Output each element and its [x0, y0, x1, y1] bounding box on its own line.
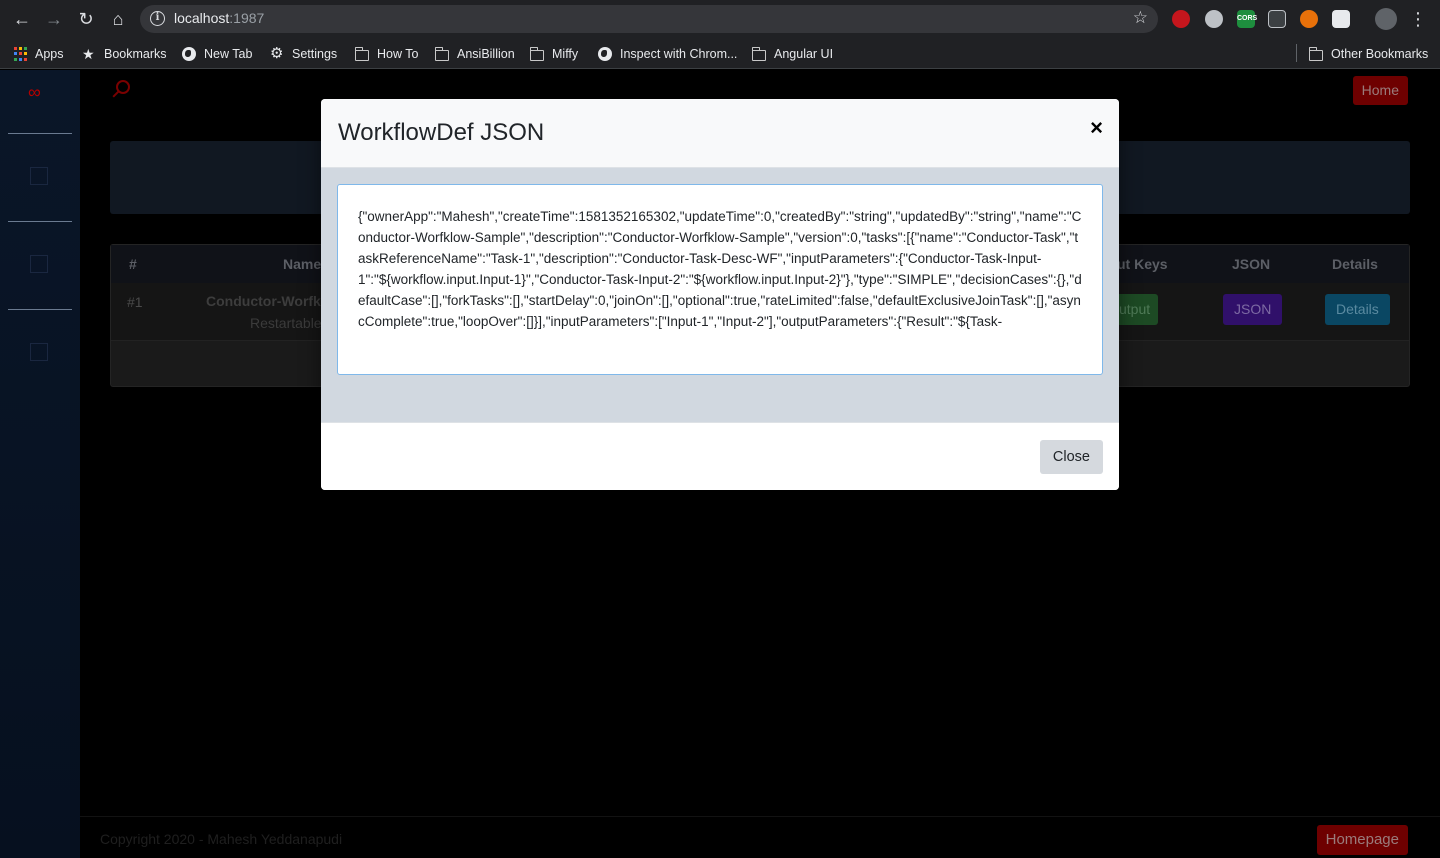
bookmark-apps[interactable]: Apps: [14, 45, 64, 63]
sidebar-divider: [8, 221, 72, 222]
footer-copyright: Copyright 2020 - Mahesh Yeddanapudi: [100, 831, 343, 847]
bookmark-star-icon[interactable]: ☆: [1133, 8, 1148, 28]
extension-red-icon[interactable]: [1172, 10, 1190, 28]
gear-icon: ⚙: [270, 45, 284, 62]
folder-icon: [751, 46, 766, 61]
bookmark-label: New Tab: [204, 47, 253, 61]
browser-toolbar: ← → ↻ ⌂ i localhost:1987 ☆ CORS ⋮: [0, 0, 1440, 38]
json-content: {"ownerApp":"Mahesh","createTime":158135…: [358, 209, 1082, 329]
extension-gauge-icon[interactable]: [1268, 10, 1286, 28]
bookmark-settings[interactable]: ⚙ Settings: [270, 45, 337, 63]
sidebar-nav-icon[interactable]: [30, 343, 48, 361]
forward-arrow-icon[interactable]: →: [42, 7, 66, 31]
profile-avatar[interactable]: [1375, 8, 1397, 30]
bookmark-label: AnsiBillion: [457, 47, 515, 61]
bookmark-label: Bookmarks: [104, 47, 167, 61]
bookmark-new-tab[interactable]: New Tab: [182, 45, 252, 63]
bookmark-label: Apps: [35, 47, 64, 61]
col-header-json: JSON: [1232, 256, 1271, 272]
url-host: localhost: [174, 10, 230, 26]
globe-icon: [598, 47, 612, 61]
address-url[interactable]: localhost:1987: [174, 10, 264, 26]
browser-menu-icon[interactable]: ⋮: [1406, 7, 1430, 31]
bookmark-label: How To: [377, 47, 419, 61]
reload-icon[interactable]: ↻: [74, 7, 98, 31]
modal-body: {"ownerApp":"Mahesh","createTime":158135…: [321, 168, 1119, 422]
bookmark-miffy[interactable]: Miffy: [529, 45, 579, 63]
sidebar-divider: [8, 309, 72, 310]
extension-fox-icon[interactable]: [1300, 10, 1318, 28]
workflowdef-json-modal: WorkflowDef JSON × {"ownerApp":"Mahesh",…: [321, 99, 1119, 490]
sidebar: ∞: [0, 70, 80, 858]
bookmark-angular-ui[interactable]: Angular UI: [751, 45, 834, 63]
extension-cors-icon[interactable]: CORS: [1237, 10, 1257, 28]
bookmark-label: Settings: [292, 47, 338, 61]
folder-icon: [529, 46, 544, 61]
modal-header: WorkflowDef JSON ×: [321, 99, 1119, 168]
home-icon[interactable]: ⌂: [106, 7, 130, 31]
extension-print-icon[interactable]: [1332, 10, 1350, 28]
col-header-name: Name: [283, 256, 322, 272]
site-info-icon[interactable]: i: [150, 11, 165, 26]
bookmark-label: Angular UI: [774, 47, 834, 61]
bookmark-label: Inspect with Chrom...: [620, 47, 738, 61]
col-header-output-keys: ut Keys: [1117, 256, 1168, 272]
close-icon[interactable]: ×: [1090, 117, 1103, 139]
modal-title: WorkflowDef JSON: [338, 119, 545, 146]
footer: Copyright 2020 - Mahesh Yeddanapudi Home…: [80, 816, 1440, 858]
bookmarks-bar: Apps ★ Bookmarks New Tab ⚙ Settings How …: [0, 38, 1440, 69]
bookmark-label: Other Bookmarks: [1331, 47, 1429, 61]
app-logo-icon[interactable]: ∞: [28, 82, 41, 103]
bookmark-bookmarks[interactable]: ★ Bookmarks: [82, 45, 167, 63]
bookmark-separator: [1296, 44, 1297, 62]
home-button[interactable]: Home: [1352, 76, 1408, 105]
folder-icon: [1308, 46, 1323, 61]
sidebar-nav-icon[interactable]: [30, 255, 48, 273]
details-button[interactable]: Details: [1325, 294, 1390, 325]
address-bar[interactable]: i localhost:1987 ☆: [140, 5, 1158, 33]
folder-icon: [434, 46, 449, 61]
back-arrow-icon[interactable]: ←: [10, 7, 34, 31]
sidebar-divider: [8, 133, 72, 134]
extension-chat-icon[interactable]: [1205, 10, 1223, 28]
modal-footer: Close: [321, 422, 1119, 490]
col-header-details: Details: [1332, 256, 1378, 272]
bookmark-how-to[interactable]: How To: [354, 45, 419, 63]
bookmark-inspect[interactable]: Inspect with Chrom...: [598, 45, 737, 63]
globe-icon: [182, 47, 196, 61]
row-workflow-name: Conductor-Worfk: [206, 293, 321, 309]
json-button[interactable]: JSON: [1223, 294, 1283, 325]
json-textarea[interactable]: {"ownerApp":"Mahesh","createTime":158135…: [337, 184, 1103, 375]
bookmark-label: Miffy: [552, 47, 579, 61]
close-button[interactable]: Close: [1039, 440, 1103, 474]
folder-icon: [354, 46, 369, 61]
col-header-num: #: [129, 256, 137, 272]
url-port: :1987: [229, 10, 265, 26]
search-icon[interactable]: [116, 80, 130, 94]
sidebar-nav-icon[interactable]: [30, 167, 48, 185]
star-icon: ★: [82, 46, 95, 62]
homepage-button[interactable]: Homepage: [1316, 825, 1408, 855]
row-restartable: Restartable: [250, 315, 322, 331]
row-number: #1: [127, 294, 143, 310]
apps-icon: [14, 47, 27, 61]
bookmark-other[interactable]: Other Bookmarks: [1308, 45, 1429, 63]
bookmark-ansibillion[interactable]: AnsiBillion: [434, 45, 515, 63]
